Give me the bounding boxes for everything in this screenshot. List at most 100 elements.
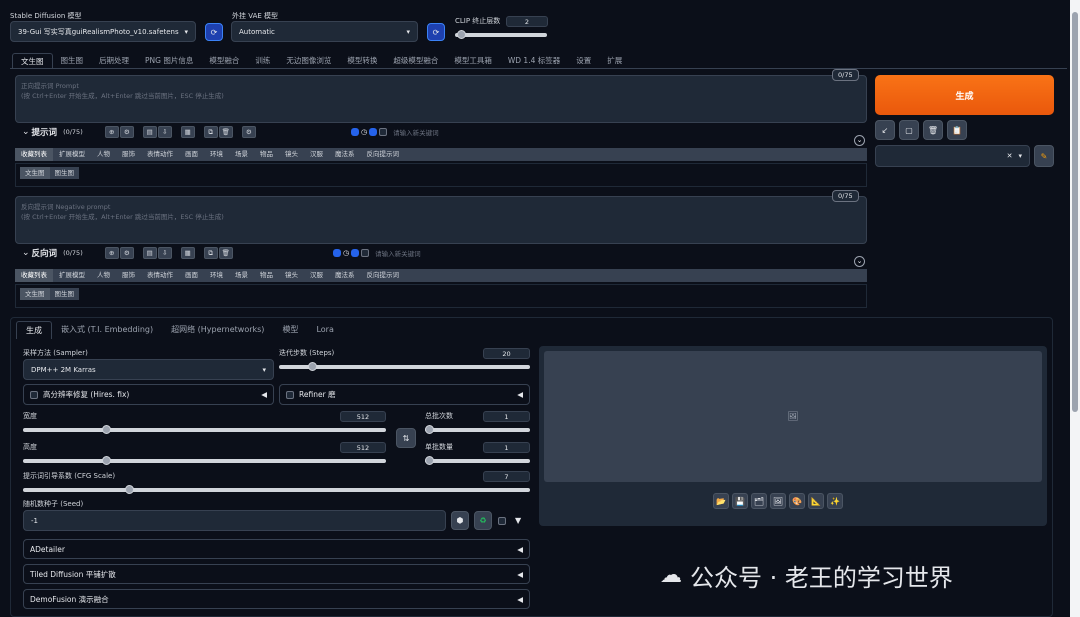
collapse-icon[interactable]: ⌄ — [22, 248, 30, 258]
export-icon[interactable]: ⇩ — [157, 126, 172, 138]
category-2[interactable]: 人物 — [91, 269, 116, 282]
category-1[interactable]: 扩展模型 — [53, 269, 91, 282]
tab-1[interactable]: 图生图 — [53, 53, 92, 68]
seed-input[interactable]: -1 — [23, 510, 446, 531]
clipboard-icon[interactable]: 📋 — [947, 120, 967, 140]
category-12[interactable]: 反向提示词 — [361, 148, 406, 161]
category-0[interactable]: 收藏列表 — [15, 148, 53, 161]
category-1[interactable]: 扩展模型 — [53, 148, 91, 161]
edit-style-button[interactable]: ✎ — [1034, 145, 1054, 167]
tab-2[interactable]: 后期处理 — [91, 53, 137, 68]
random-seed-button[interactable]: ⬢ — [451, 511, 469, 530]
width-input[interactable]: 512 — [340, 411, 386, 422]
extra-checkbox[interactable] — [498, 516, 506, 525]
category-6[interactable]: 环境 — [204, 148, 229, 161]
trash-icon[interactable]: 🗑 — [218, 126, 233, 138]
category-3[interactable]: 服饰 — [116, 148, 141, 161]
gen-tab-4[interactable]: Lora — [307, 321, 342, 339]
send-img2img-icon[interactable]: 🖼 — [770, 493, 786, 509]
clip-input[interactable]: 2 — [506, 16, 548, 27]
refiner-checkbox[interactable] — [286, 390, 294, 399]
clip-slider[interactable] — [455, 30, 547, 39]
tab-5[interactable]: 训练 — [247, 53, 278, 68]
refresh-vae-button[interactable]: ⟳ — [427, 23, 445, 41]
batch-size-input[interactable]: 1 — [483, 442, 530, 453]
subtab-0[interactable]: 文生图 — [20, 167, 50, 179]
category-4[interactable]: 表情动作 — [141, 148, 179, 161]
category-3[interactable]: 服饰 — [116, 269, 141, 282]
negative-textarea[interactable]: 反向提示词 Negative prompt (按 Ctrl+Enter 开始生成… — [15, 196, 867, 244]
zip-icon[interactable]: 🗂 — [751, 493, 767, 509]
scrollbar-thumb[interactable] — [1072, 12, 1078, 412]
collapse-icon[interactable]: ⌄ — [22, 127, 30, 137]
import-icon[interactable]: ▤ — [142, 126, 157, 138]
copy-icon[interactable]: ⧉ — [203, 247, 218, 259]
sampler-select[interactable]: DPM++ 2M Karras ▾ — [23, 359, 274, 380]
folder-icon[interactable]: 📂 — [713, 493, 729, 509]
cfg-input[interactable]: 7 — [483, 471, 530, 482]
steps-slider[interactable] — [279, 362, 530, 371]
import-icon[interactable]: ▤ — [142, 247, 157, 259]
tab-0[interactable]: 文生图 — [12, 53, 53, 68]
accordion-1[interactable]: Tiled Diffusion 平铺扩散 ◀ — [23, 564, 530, 584]
category-0[interactable]: 收藏列表 — [15, 269, 53, 282]
gen-tab-3[interactable]: 模型 — [273, 321, 307, 339]
category-9[interactable]: 镜头 — [279, 148, 304, 161]
save-icon[interactable]: 💾 — [732, 493, 748, 509]
steps-input[interactable]: 20 — [483, 348, 530, 359]
vae-select[interactable]: Automatic ▾ — [231, 21, 418, 42]
batch-count-input[interactable]: 1 — [483, 411, 530, 422]
hires-fix-accordion[interactable]: 高分辨率修复 (Hires. fix) ◀ — [23, 384, 274, 405]
settings-icon[interactable]: ⚙ — [119, 247, 134, 259]
copy-icon[interactable]: ⧉ — [203, 126, 218, 138]
height-slider[interactable] — [23, 456, 386, 465]
tab-11[interactable]: 设置 — [568, 53, 599, 68]
clock-icon[interactable]: ◷ — [343, 249, 349, 257]
negative-keyword-input[interactable]: 请输入新关键词 — [375, 248, 421, 258]
tab-3[interactable]: PNG 图片信息 — [137, 53, 201, 68]
sparkle-icon[interactable]: ✨ — [827, 493, 843, 509]
subtab-1[interactable]: 图生图 — [49, 288, 79, 300]
tab-7[interactable]: 模型转换 — [339, 53, 385, 68]
category-6[interactable]: 环境 — [204, 269, 229, 282]
gear-icon[interactable]: ⚙ — [241, 126, 256, 138]
swap-dimensions-button[interactable]: ⇅ — [396, 428, 416, 448]
category-9[interactable]: 镜头 — [279, 269, 304, 282]
gen-tab-0[interactable]: 生成 — [16, 321, 52, 339]
send-extras-icon[interactable]: 📐 — [808, 493, 824, 509]
reuse-seed-button[interactable]: ♻ — [474, 511, 492, 530]
clear-icon[interactable]: ▢ — [899, 120, 919, 140]
arrow-icon[interactable]: ↙ — [875, 120, 895, 140]
tab-8[interactable]: 超级模型融合 — [385, 53, 446, 68]
scrollbar[interactable] — [1070, 0, 1080, 617]
check-icon[interactable] — [333, 249, 341, 257]
trash-icon[interactable]: 🗑 — [923, 120, 943, 140]
subtab-1[interactable]: 图生图 — [49, 167, 79, 179]
close-icon[interactable]: ✕ — [1007, 152, 1013, 160]
accordion-2[interactable]: DemoFusion 演示融合 ◀ — [23, 589, 530, 609]
tab-6[interactable]: 无边图像浏览 — [278, 53, 339, 68]
clock-icon[interactable]: ◷ — [361, 128, 367, 136]
subtab-0[interactable]: 文生图 — [20, 288, 50, 300]
category-8[interactable]: 物品 — [254, 148, 279, 161]
width-slider[interactable] — [23, 425, 386, 434]
check-icon[interactable] — [351, 249, 360, 257]
translate-icon[interactable]: ⊕ — [104, 126, 119, 138]
checkbox[interactable] — [379, 128, 388, 136]
history-icon[interactable]: ▦ — [180, 247, 195, 259]
category-2[interactable]: 人物 — [91, 148, 116, 161]
model-select[interactable]: 39-Gui 写实写真guiRealismPhoto_v10.safetens … — [10, 21, 196, 42]
category-10[interactable]: 汉服 — [304, 269, 329, 282]
extra-seed-toggle[interactable]: ▼ — [498, 516, 521, 525]
hires-checkbox[interactable] — [30, 390, 38, 399]
accordion-0[interactable]: ADetailer ◀ — [23, 539, 530, 559]
check-icon[interactable] — [351, 128, 359, 136]
cfg-slider[interactable] — [23, 485, 530, 494]
styles-select[interactable]: ✕ ▾ — [875, 145, 1030, 167]
batch-count-slider[interactable] — [425, 425, 530, 434]
category-7[interactable]: 场景 — [229, 148, 254, 161]
tab-9[interactable]: 模型工具箱 — [446, 53, 500, 68]
gen-tab-2[interactable]: 超网络 (Hypernetworks) — [162, 321, 273, 339]
tab-4[interactable]: 模型融合 — [201, 53, 247, 68]
expand-icon[interactable]: ⌄ — [854, 256, 865, 267]
